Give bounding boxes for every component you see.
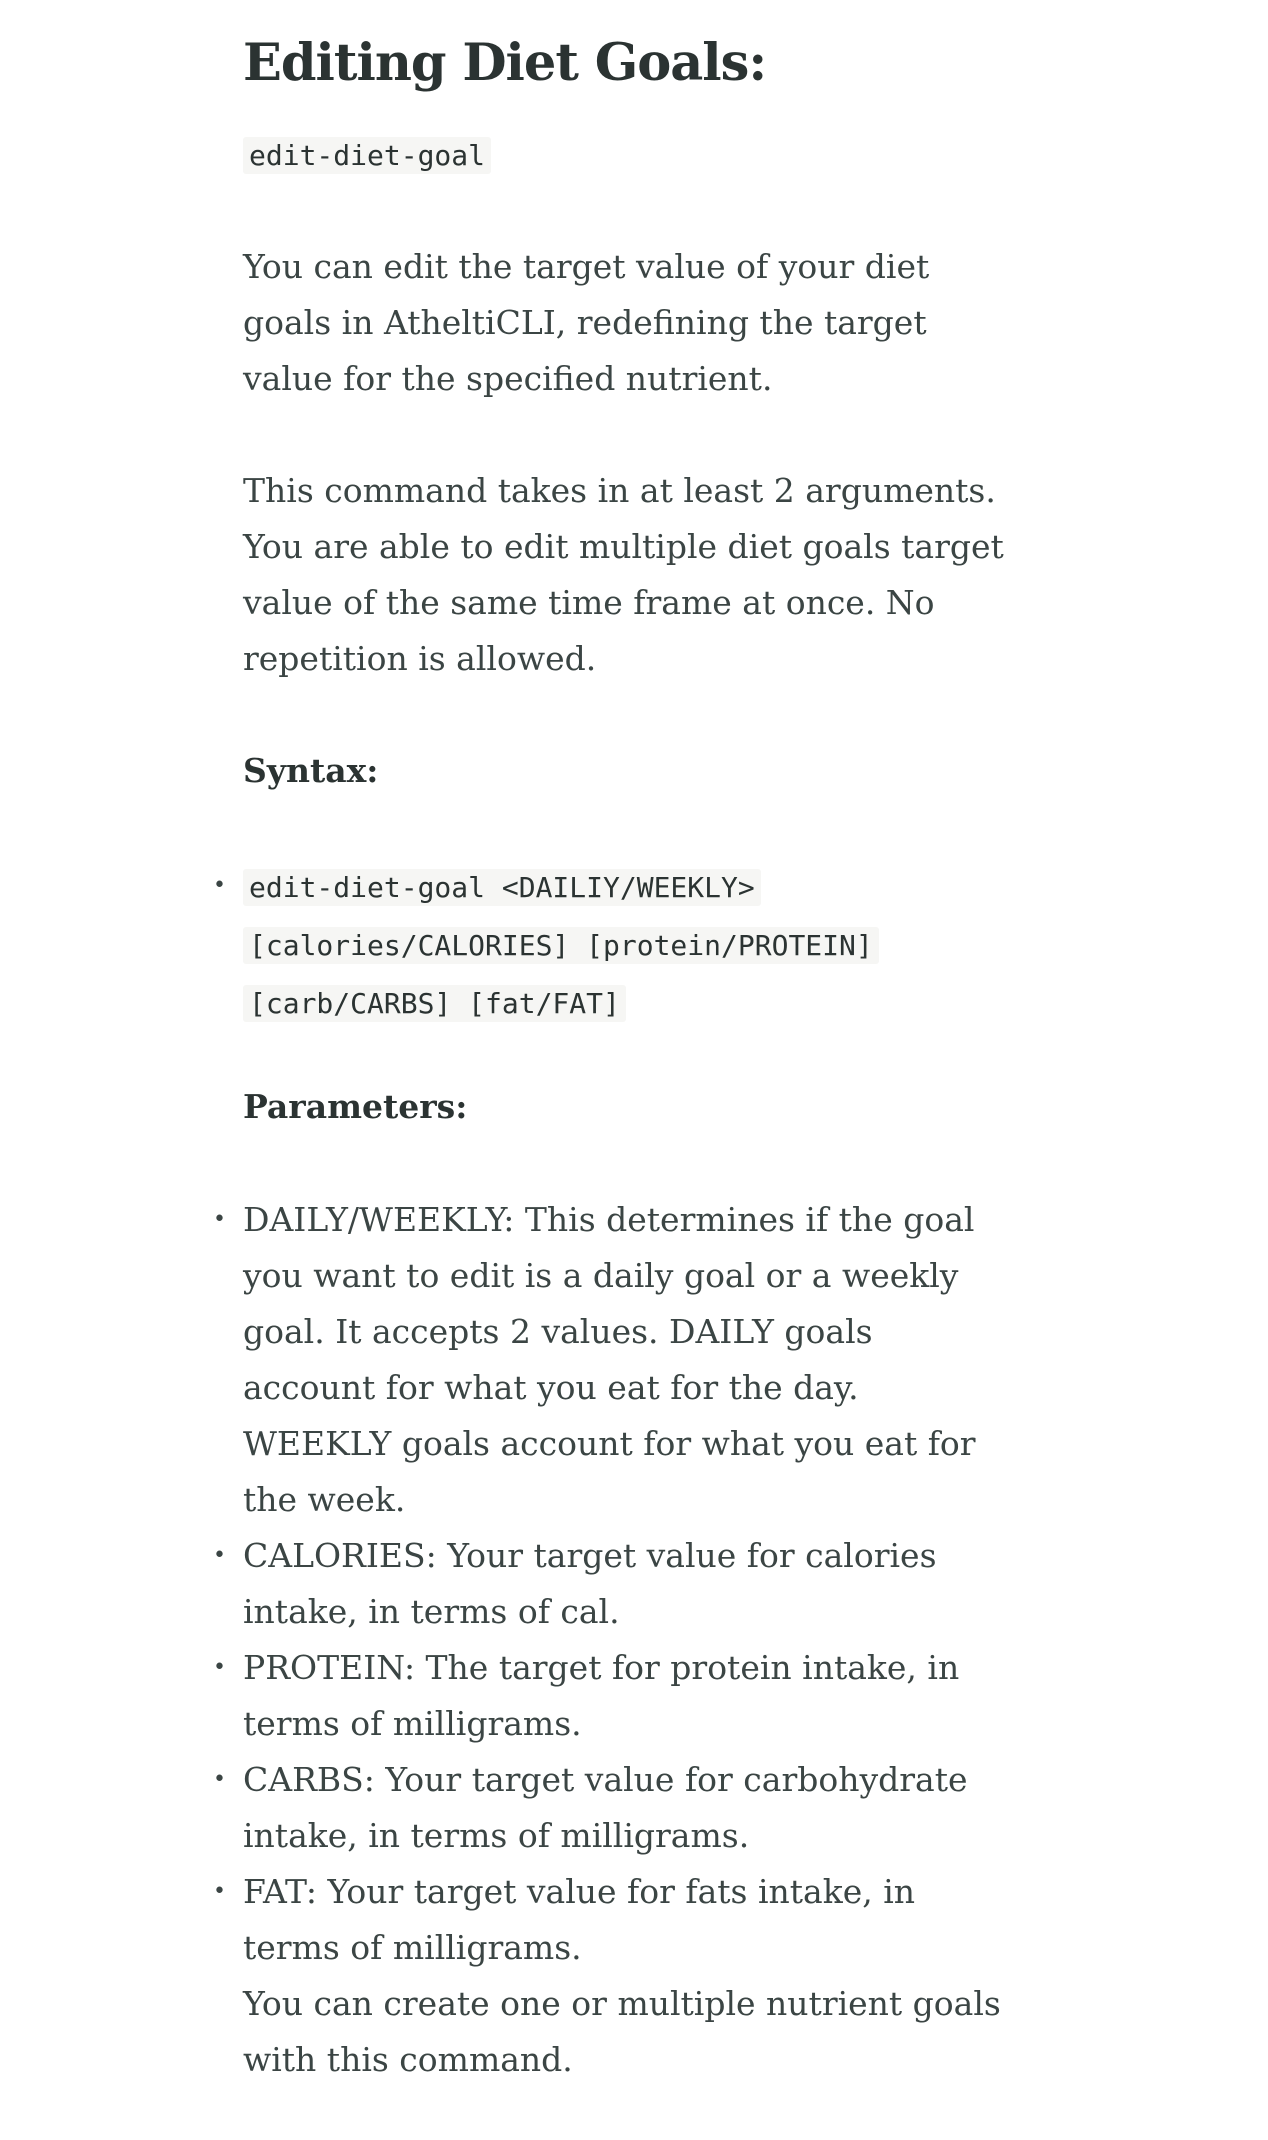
arguments-paragraph: This command takes in at least 2 argumen… [243, 471, 1004, 678]
list-item: • DAILY/WEEKLY: This determines if the g… [213, 1192, 1013, 1528]
bullet-icon: • [213, 1207, 226, 1232]
bullet-icon: • [213, 1655, 226, 1680]
parameter-carbs: CARBS: Your target value for carbohydrat… [243, 1760, 968, 1855]
parameter-protein: PROTEIN: The target for protein intake, … [243, 1648, 960, 1743]
bullet-icon: • [213, 873, 226, 898]
intro-paragraph: You can edit the target value of your di… [243, 247, 930, 398]
parameters-heading: Parameters: [243, 1087, 468, 1126]
bullet-icon: • [213, 1767, 226, 1792]
syntax-heading: Syntax: [243, 751, 379, 790]
parameter-fat: FAT: Your target value for fats intake, … [243, 1872, 916, 1967]
parameter-daily-weekly: DAILY/WEEKLY: This determines if the goa… [243, 1200, 976, 1519]
list-item: • FAT: Your target value for fats intake… [213, 1864, 1013, 1976]
page-title: Editing Diet Goals: [243, 33, 767, 93]
command-code: edit-diet-goal [243, 137, 492, 174]
list-item: • CARBS: Your target value for carbohydr… [213, 1752, 1013, 1864]
bullet-icon: • [213, 1543, 226, 1568]
parameters-list: • DAILY/WEEKLY: This determines if the g… [213, 1192, 1023, 1976]
syntax-list: • edit-diet-goal <DAILIY/WEEKLY> [calori… [213, 858, 1023, 1032]
parameter-calories: CALORIES: Your target value for calories… [243, 1536, 937, 1631]
list-item: • CALORIES: Your target value for calori… [213, 1528, 1013, 1640]
list-item: • PROTEIN: The target for protein intake… [213, 1640, 1013, 1752]
closing-paragraph: You can create one or multiple nutrient … [243, 1984, 1001, 2079]
command-name: edit-diet-goal [243, 136, 492, 180]
syntax-code: edit-diet-goal <DAILIY/WEEKLY> [calories… [243, 869, 879, 1022]
bullet-icon: • [213, 1879, 226, 1904]
list-item: • edit-diet-goal <DAILIY/WEEKLY> [calori… [213, 858, 883, 1032]
